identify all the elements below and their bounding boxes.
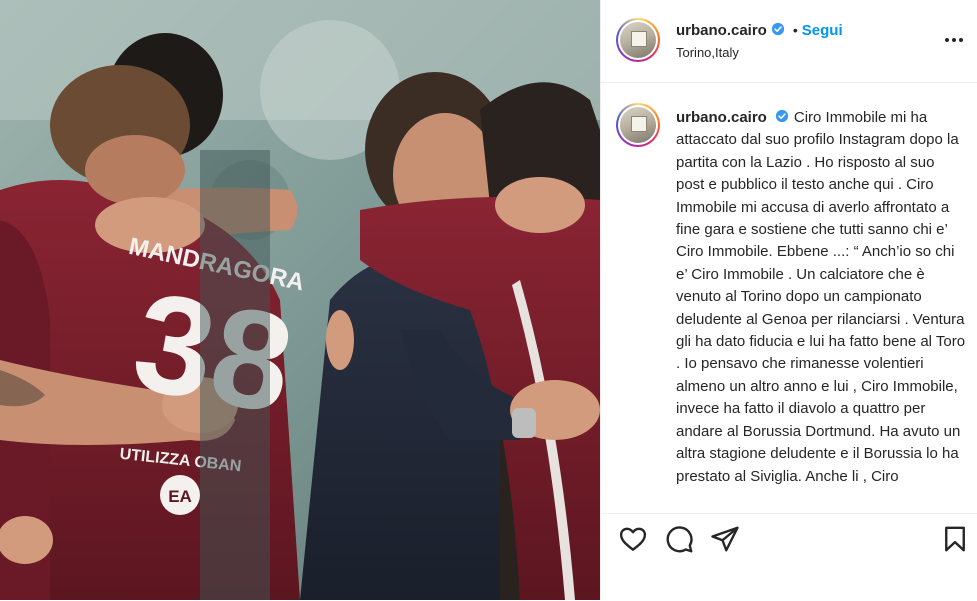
post-actions <box>601 513 977 601</box>
verified-badge-icon <box>771 22 784 36</box>
jersey-badge: EA <box>168 487 192 506</box>
header-username[interactable]: urbano.cairo <box>676 22 767 39</box>
follow-button[interactable]: Segui <box>802 22 843 39</box>
instagram-post: MANDRAGORA 38 UTILIZZA OBAN EA <box>0 0 977 600</box>
more-options-icon[interactable] <box>943 30 965 50</box>
bookmark-icon[interactable] <box>940 524 970 554</box>
avatar-image <box>620 22 656 58</box>
comment-icon[interactable] <box>664 524 694 554</box>
caption-username[interactable]: urbano.cairo <box>676 109 767 126</box>
caption-avatar[interactable] <box>616 103 660 147</box>
caption-verified-icon <box>775 109 788 123</box>
share-icon[interactable] <box>710 524 740 554</box>
post-location[interactable]: Torino,Italy <box>676 45 739 60</box>
header-name-row: urbano.cairo • Segui <box>676 22 843 40</box>
caption-body: Ciro Immobile mi ha attaccato dal suo pr… <box>676 109 966 485</box>
avatar[interactable] <box>616 18 660 62</box>
caption-text: urbano.cairo Ciro Immobile mi ha attaccat… <box>676 107 966 488</box>
heart-icon[interactable] <box>618 524 648 554</box>
post-photo[interactable]: MANDRAGORA 38 UTILIZZA OBAN EA <box>0 0 600 600</box>
caption-area: urbano.cairo Ciro Immobile mi ha attaccat… <box>601 83 977 513</box>
separator-dot: • <box>792 22 798 38</box>
caption-avatar-image <box>620 107 656 143</box>
post-header: urbano.cairo • Segui Torino,Italy <box>601 0 977 83</box>
post-side-panel: urbano.cairo • Segui Torino,Italy urbano.c… <box>600 0 977 600</box>
post-photo-illustration: MANDRAGORA 38 UTILIZZA OBAN EA <box>0 0 600 600</box>
